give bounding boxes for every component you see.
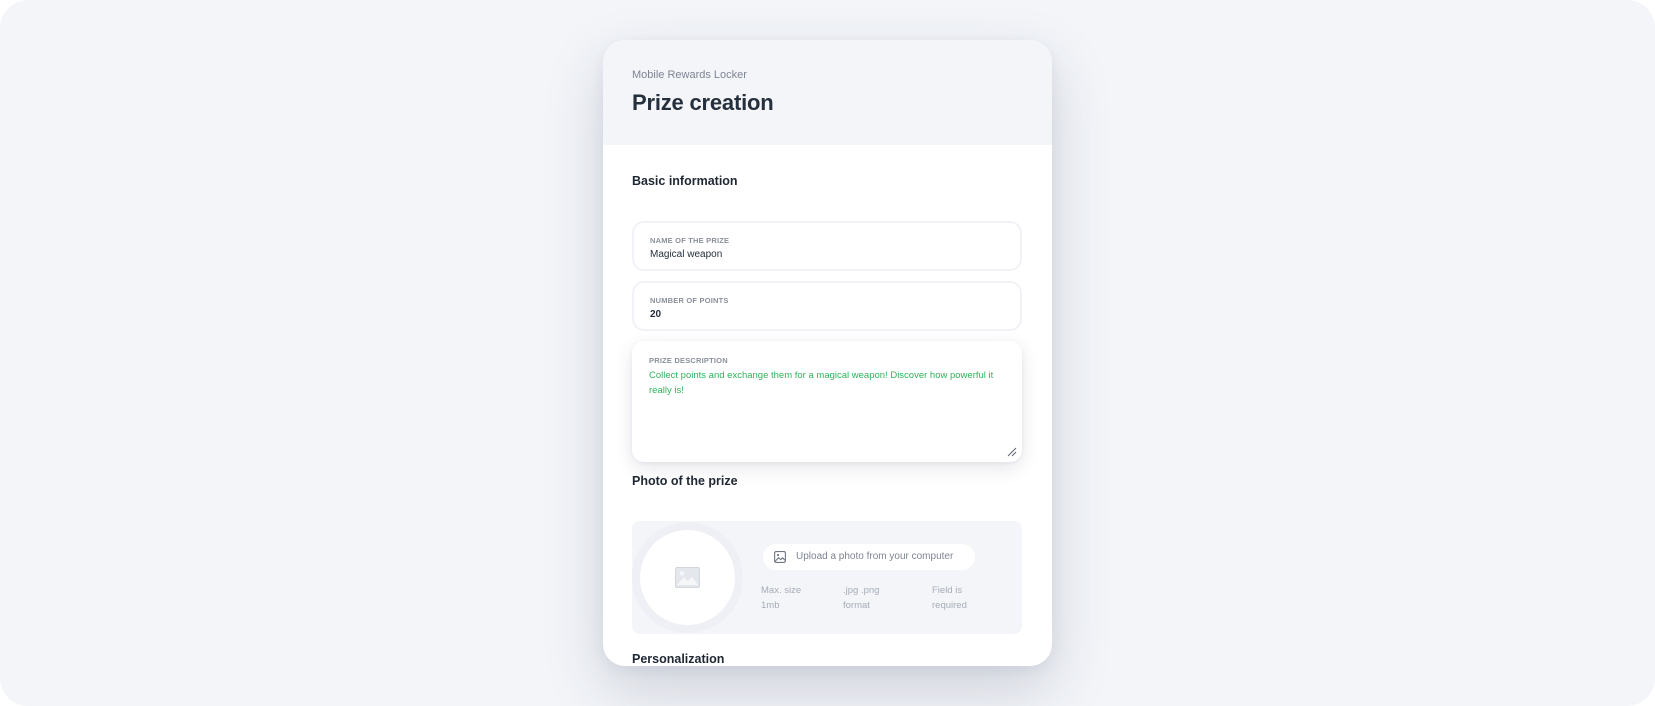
page-background: Mobile Rewards Locker Prize creation Bas… bbox=[0, 0, 1655, 706]
hint-format-line2: format bbox=[843, 599, 870, 611]
hint-required-line1: Field is bbox=[932, 585, 963, 596]
prize-name-field[interactable]: NAME OF THE PRIZE Magical weapon bbox=[632, 221, 1022, 271]
page-title: Prize creation bbox=[632, 90, 774, 115]
prize-description-field[interactable]: PRIZE DESCRIPTION Collect points and exc… bbox=[632, 341, 1022, 462]
hint-required-line2: required bbox=[932, 599, 967, 611]
photo-upload-area: Upload a photo from your computer Max. s… bbox=[632, 521, 1022, 634]
resize-handle-icon[interactable] bbox=[1007, 447, 1017, 457]
image-upload-icon bbox=[774, 551, 786, 563]
hint-format: .jpg .png format bbox=[843, 584, 903, 613]
number-of-points-label: NUMBER OF POINTS bbox=[650, 296, 729, 305]
number-of-points-field[interactable]: NUMBER OF POINTS 20 bbox=[632, 281, 1022, 331]
prize-name-label: NAME OF THE PRIZE bbox=[650, 236, 730, 245]
prize-description-value[interactable]: Collect points and exchange them for a m… bbox=[649, 369, 1009, 398]
prize-creation-card: Mobile Rewards Locker Prize creation Bas… bbox=[603, 40, 1052, 666]
upload-photo-button[interactable]: Upload a photo from your computer bbox=[763, 544, 975, 570]
section-title-personalization: Personalization bbox=[632, 652, 725, 666]
photo-preview-circle bbox=[640, 530, 735, 625]
hint-max-size: Max. size 1mb bbox=[761, 584, 821, 613]
section-title-photo: Photo of the prize bbox=[632, 474, 738, 488]
hint-format-line1: .jpg .png bbox=[843, 585, 880, 596]
image-placeholder-icon bbox=[675, 567, 700, 588]
hint-max-size-line1: Max. size bbox=[761, 585, 802, 596]
photo-preview[interactable] bbox=[632, 522, 743, 633]
card-header: Mobile Rewards Locker Prize creation bbox=[603, 40, 1052, 145]
hint-max-size-line2: 1mb bbox=[761, 599, 780, 611]
hint-required: Field is required bbox=[932, 584, 992, 613]
upload-photo-label: Upload a photo from your computer bbox=[796, 551, 954, 562]
prize-name-value[interactable]: Magical weapon bbox=[650, 249, 722, 260]
number-of-points-value[interactable]: 20 bbox=[650, 309, 661, 320]
prize-description-label: PRIZE DESCRIPTION bbox=[649, 356, 728, 365]
section-title-basic-information: Basic information bbox=[632, 174, 738, 188]
app-name: Mobile Rewards Locker bbox=[632, 69, 747, 81]
